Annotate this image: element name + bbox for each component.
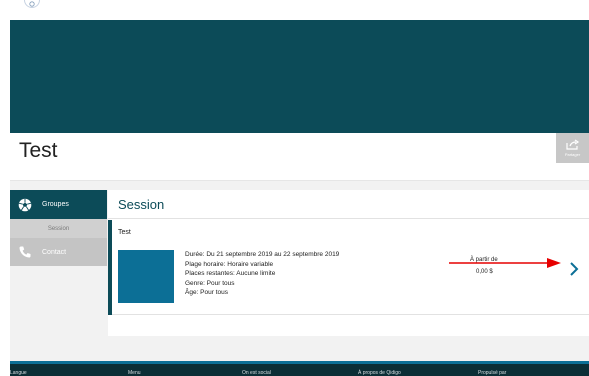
- phone-icon: [19, 246, 31, 258]
- sidebar-item-label: Groupes: [42, 201, 69, 208]
- logo-icon[interactable]: [24, 0, 40, 8]
- session-name: Test: [118, 229, 131, 236]
- soccer-ball-icon: [18, 198, 32, 211]
- main-panel: Session Test Durée: Du 21 septembre 2019…: [108, 190, 589, 336]
- divider: [108, 218, 589, 219]
- share-button[interactable]: Partager: [556, 133, 589, 163]
- card-accent-bar: [108, 220, 112, 315]
- share-icon: [565, 139, 579, 150]
- title-bar: Test: [10, 133, 589, 181]
- sidebar: Groupes Session Contact: [10, 190, 107, 268]
- session-time-range: Plage horaire: Horaire variable: [185, 260, 274, 268]
- footer: Langue Menu On est social À propos de Qi…: [10, 361, 589, 376]
- sidebar-item-groupes[interactable]: Groupes: [10, 190, 107, 219]
- sidebar-item-label: Session: [47, 225, 70, 232]
- session-places: Places restantes: Aucune limite: [185, 270, 276, 277]
- sidebar-item-contact[interactable]: Contact: [10, 238, 107, 266]
- session-age: Âge: Pour tous: [185, 289, 228, 296]
- session-card[interactable]: Test Durée: Du 21 septembre 2019 au 22 s…: [108, 220, 589, 315]
- footer-link-langue[interactable]: Langue: [10, 370, 27, 376]
- sidebar-item-label: Contact: [42, 248, 67, 256]
- session-gender: Genre: Pour tous: [185, 279, 235, 287]
- session-details: Durée: Du 21 septembre 2019 au 22 septem…: [185, 250, 339, 298]
- top-strip: [0, 0, 589, 10]
- section-title: Session: [118, 197, 165, 212]
- header-banner: [10, 20, 589, 133]
- footer-link-powered[interactable]: Propulsé par: [478, 370, 506, 376]
- footer-link-social[interactable]: On est social: [242, 370, 271, 376]
- session-duration: Durée: Du 21 septembre 2019 au 22 septem…: [185, 251, 340, 258]
- footer-link-menu[interactable]: Menu: [128, 370, 141, 376]
- sidebar-item-session[interactable]: Session: [10, 219, 107, 238]
- share-label: Partager: [564, 152, 581, 157]
- page-title: Test: [19, 139, 58, 162]
- footer-link-about[interactable]: À propos de Qidigo: [358, 370, 401, 376]
- session-thumbnail[interactable]: [118, 250, 174, 303]
- price-value: 0,00 $: [476, 269, 493, 275]
- chevron-right-icon[interactable]: [568, 260, 580, 278]
- annotation-arrow-icon: [449, 258, 561, 268]
